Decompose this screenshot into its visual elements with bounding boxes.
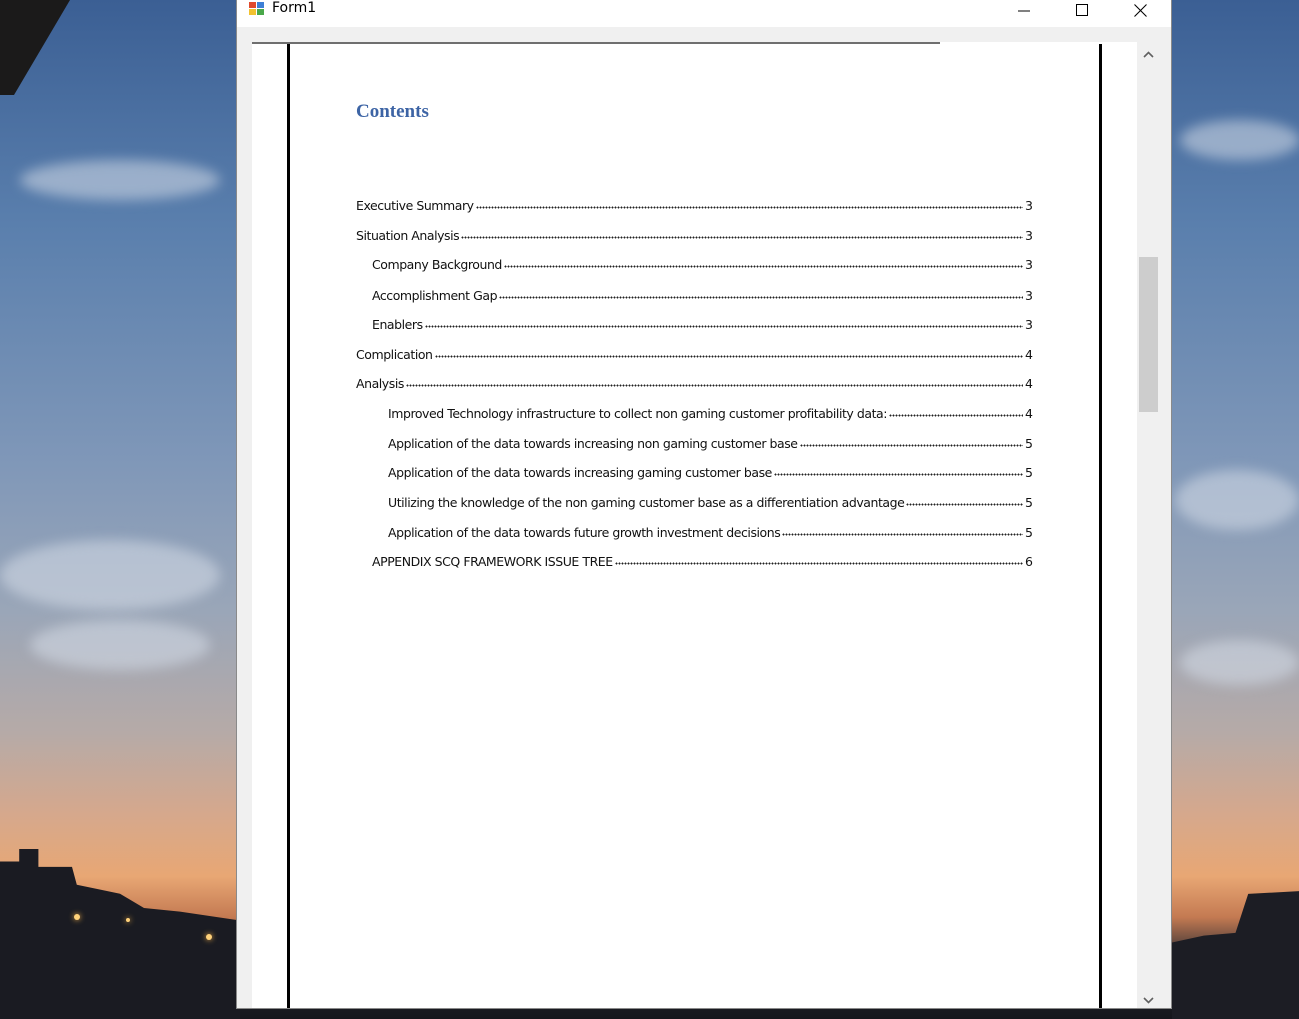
contents-heading: Contents — [356, 101, 429, 122]
toc-entry-page: 3 — [1025, 228, 1033, 243]
toc-entry[interactable]: Enablers 3 — [372, 314, 1033, 332]
minimize-icon — [1018, 10, 1030, 12]
toc-leader-dots — [424, 325, 1024, 328]
toc-entry-page: 6 — [1025, 554, 1033, 569]
toc-leader-dots — [499, 296, 1024, 299]
form-app-icon — [249, 2, 265, 16]
toc-entry-label: Application of the data towards increasi… — [388, 436, 798, 451]
close-icon — [1133, 3, 1147, 17]
chevron-down-icon — [1142, 996, 1154, 1004]
toc-entry-page: 4 — [1025, 347, 1033, 362]
toc-entry-label: Improved Technology infrastructure to co… — [388, 406, 888, 421]
toc-entry[interactable]: Utilizing the knowledge of the non gamin… — [388, 492, 1033, 510]
toc-leader-dots — [503, 265, 1024, 268]
toc-entry-label: Accomplishment Gap — [372, 288, 498, 303]
toc-leader-dots — [405, 384, 1024, 387]
toc-entry-page: 3 — [1025, 317, 1033, 332]
toc-entry-page: 4 — [1025, 406, 1033, 421]
minimize-button[interactable] — [995, 0, 1053, 20]
toc-entry-label: Application of the data towards future g… — [388, 525, 781, 540]
toc-entry[interactable]: Improved Technology infrastructure to co… — [388, 403, 1033, 421]
city-skyline-right — [1172, 891, 1299, 1019]
toc-entry[interactable]: APPENDIX SCQ FRAMEWORK ISSUE TREE 6 — [372, 551, 1033, 569]
toc-leader-dots — [461, 236, 1024, 239]
rooftop-silhouette — [0, 0, 70, 95]
toc-entry-label: Utilizing the knowledge of the non gamin… — [388, 495, 905, 510]
toc-entry[interactable]: Application of the data towards increasi… — [388, 462, 1033, 480]
toc-entry-page: 5 — [1025, 525, 1033, 540]
toc-entry-page: 5 — [1025, 495, 1033, 510]
scroll-down-button[interactable] — [1139, 993, 1157, 1007]
city-skyline-left — [0, 848, 240, 1019]
toc-entry[interactable]: Complication 4 — [356, 344, 1033, 362]
toc-entry[interactable]: Situation Analysis 3 — [356, 225, 1033, 243]
vertical-scrollbar[interactable] — [1137, 42, 1171, 1008]
toc-entry[interactable]: Application of the data towards future g… — [388, 522, 1033, 540]
page-border-left — [287, 44, 290, 1008]
client-area: Contents Executive Summary 3 Situation A… — [237, 27, 1171, 1008]
maximize-button[interactable] — [1053, 0, 1111, 20]
toc-entry-page: 4 — [1025, 376, 1033, 391]
scroll-up-button[interactable] — [1139, 47, 1157, 61]
title-bar[interactable]: Form1 — [237, 0, 1171, 27]
toc-entry[interactable]: Company Background 3 — [372, 254, 1033, 272]
previous-page-edge — [252, 42, 940, 44]
document-viewer[interactable]: Contents Executive Summary 3 Situation A… — [252, 42, 1137, 1008]
app-window: Form1 Contents Executive Summary 3 Situa… — [237, 0, 1171, 1008]
toc-entry-label: Situation Analysis — [356, 228, 460, 243]
toc-entry-page: 3 — [1025, 198, 1033, 213]
toc-leader-dots — [614, 562, 1024, 565]
toc-entry-page: 5 — [1025, 465, 1033, 480]
toc-entry[interactable]: Executive Summary 3 — [356, 195, 1033, 213]
toc-entry-label: Application of the data towards increasi… — [388, 465, 772, 480]
window-title: Form1 — [272, 0, 317, 16]
page-border-right — [1099, 44, 1102, 1008]
scroll-thumb[interactable] — [1139, 257, 1158, 412]
toc-entry[interactable]: Analysis 4 — [356, 373, 1033, 391]
chevron-up-icon — [1142, 50, 1154, 58]
toc-leader-dots — [475, 206, 1024, 209]
toc-entry-page: 5 — [1025, 436, 1033, 451]
toc-entry[interactable]: Application of the data towards increasi… — [388, 433, 1033, 451]
close-button[interactable] — [1111, 0, 1169, 20]
toc-leader-dots — [773, 473, 1024, 476]
toc-leader-dots — [434, 355, 1024, 358]
toc-entry[interactable]: Accomplishment Gap 3 — [372, 285, 1033, 303]
toc-leader-dots — [889, 414, 1024, 417]
toc-entry-label: Complication — [356, 347, 433, 362]
toc-entry-label: Executive Summary — [356, 198, 474, 213]
toc-entry-label: APPENDIX SCQ FRAMEWORK ISSUE TREE — [372, 554, 613, 569]
toc-entry-label: Analysis — [356, 376, 404, 391]
toc-entry-page: 3 — [1025, 257, 1033, 272]
toc-leader-dots — [906, 503, 1024, 506]
maximize-icon — [1076, 4, 1088, 16]
toc-entry-label: Enablers — [372, 317, 423, 332]
toc-entry-label: Company Background — [372, 257, 502, 272]
toc-entry-page: 3 — [1025, 288, 1033, 303]
toc-leader-dots — [799, 444, 1024, 447]
toc-leader-dots — [782, 533, 1024, 536]
